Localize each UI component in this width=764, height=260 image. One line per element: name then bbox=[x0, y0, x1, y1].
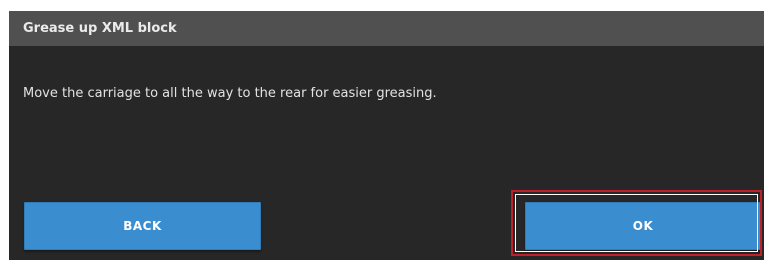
ok-button[interactable]: OK bbox=[525, 202, 761, 250]
dialog-message: Move the carriage to all the way to the … bbox=[23, 86, 437, 101]
grease-dialog: Grease up XML block Move the carriage to… bbox=[9, 11, 764, 260]
dialog-title-bar: Grease up XML block bbox=[9, 11, 764, 46]
back-button[interactable]: BACK bbox=[24, 202, 261, 250]
back-button-label: BACK bbox=[123, 219, 162, 233]
ok-button-label: OK bbox=[632, 219, 654, 233]
dialog-title: Grease up XML block bbox=[23, 21, 177, 36]
